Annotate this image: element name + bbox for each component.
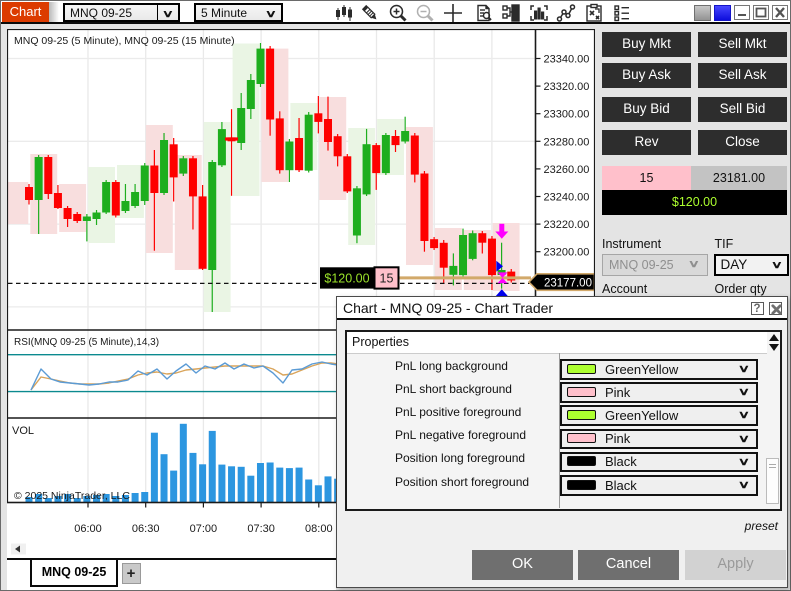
svg-text:MNQ 09-25 (5 Minute), MNQ 09-2: MNQ 09-25 (5 Minute), MNQ 09-25 (15 Minu… xyxy=(14,35,235,47)
svg-text:23220.00: 23220.00 xyxy=(544,219,590,231)
svg-text:15: 15 xyxy=(380,271,394,285)
svg-text:23300.00: 23300.00 xyxy=(544,109,590,121)
svg-text:23320.00: 23320.00 xyxy=(544,81,590,93)
svg-text:23260.00: 23260.00 xyxy=(544,164,590,176)
svg-text:07:00: 07:00 xyxy=(190,523,218,535)
svg-text:VOL: VOL xyxy=(12,425,34,437)
svg-text:06:30: 06:30 xyxy=(132,523,160,535)
svg-text:23200.00: 23200.00 xyxy=(544,247,590,259)
svg-text:RSI(MNQ 09-25 (5 Minute),14,3): RSI(MNQ 09-25 (5 Minute),14,3) xyxy=(14,337,159,348)
svg-text:06:00: 06:00 xyxy=(74,523,102,535)
svg-text:$120.00: $120.00 xyxy=(324,271,369,285)
svg-text:© 2025 NinjaTrader, LLC: © 2025 NinjaTrader, LLC xyxy=(14,490,130,502)
svg-text:08:00: 08:00 xyxy=(305,523,333,535)
svg-text:23340.00: 23340.00 xyxy=(544,54,590,66)
svg-text:23240.00: 23240.00 xyxy=(544,192,590,204)
svg-text:23280.00: 23280.00 xyxy=(544,136,590,148)
svg-text:07:30: 07:30 xyxy=(247,523,275,535)
svg-text:23177.00: 23177.00 xyxy=(544,277,592,289)
